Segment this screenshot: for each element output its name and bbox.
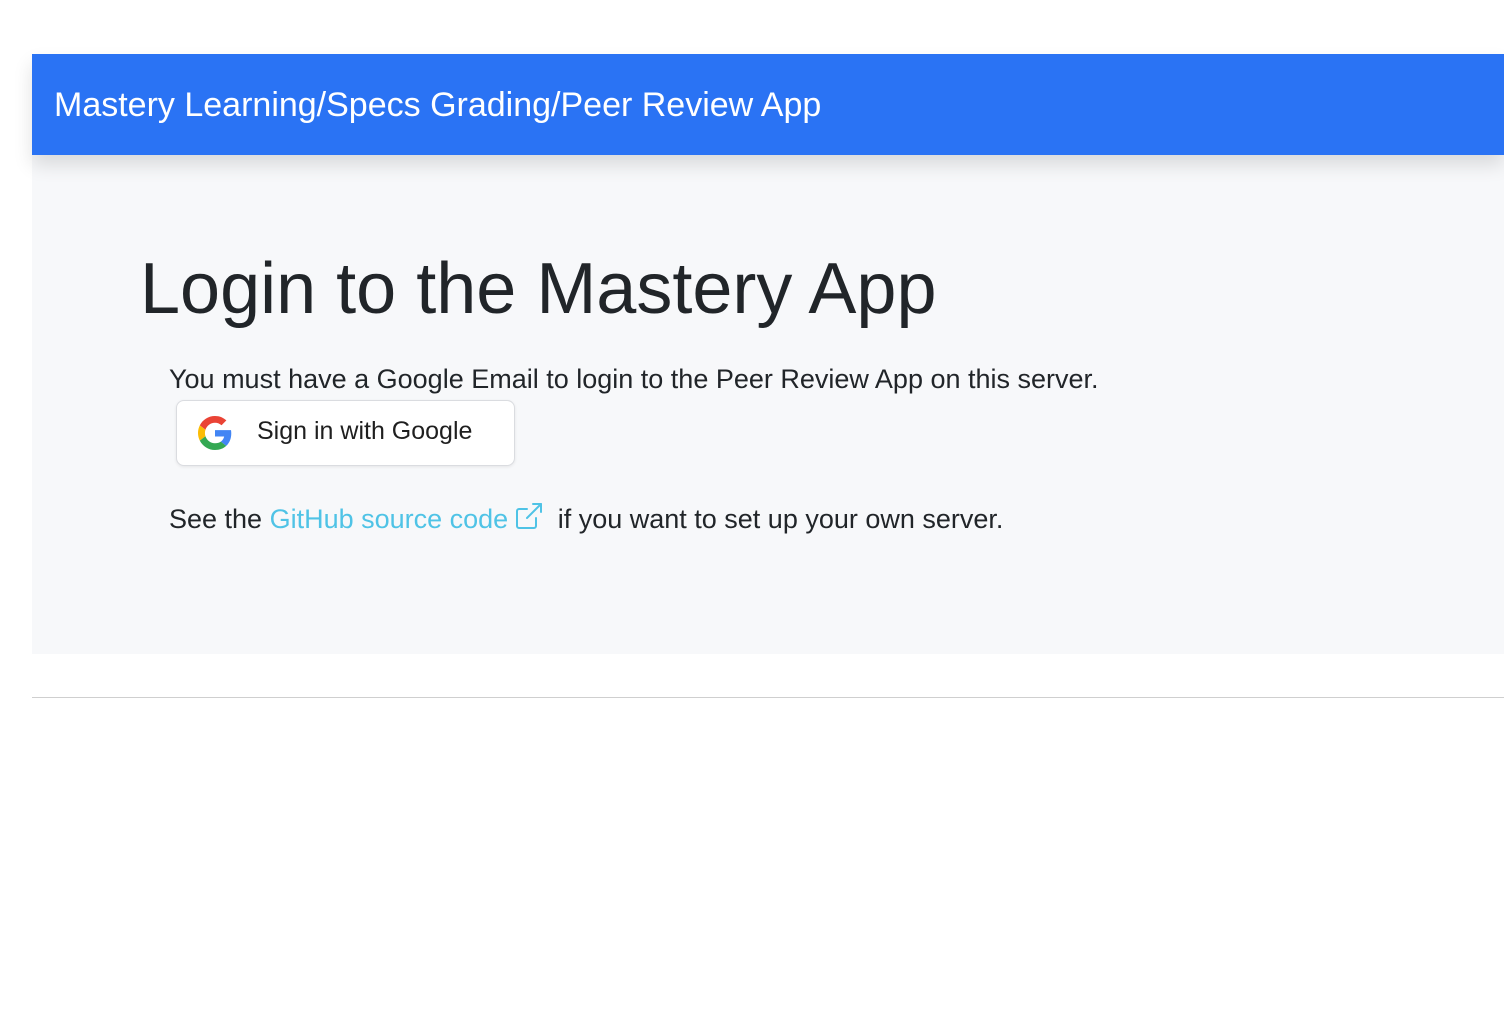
github-source-link[interactable]: GitHub source code: [269, 503, 551, 534]
external-link-icon: [516, 503, 543, 529]
github-source-link-text: GitHub source code: [269, 504, 509, 534]
footer-divider: [32, 697, 1504, 698]
main-content: Login to the Mastery App You must have a…: [32, 155, 1504, 654]
login-notice: You must have a Google Email to login to…: [169, 364, 1099, 394]
source-line-suffix: if you want to set up your own server.: [550, 504, 1004, 534]
sign-in-with-google-label: Sign in with Google: [257, 417, 473, 445]
source-line-prefix: See the: [169, 504, 270, 534]
google-g-icon: [198, 416, 232, 450]
navbar-brand[interactable]: Mastery Learning/Specs Grading/Peer Revi…: [54, 85, 821, 125]
sign-in-with-google-button[interactable]: Sign in with Google: [176, 400, 515, 466]
page-title: Login to the Mastery App: [140, 249, 937, 329]
navbar: Mastery Learning/Specs Grading/Peer Revi…: [32, 54, 1504, 155]
source-code-line: See the GitHub source code if you want t…: [169, 501, 1003, 536]
